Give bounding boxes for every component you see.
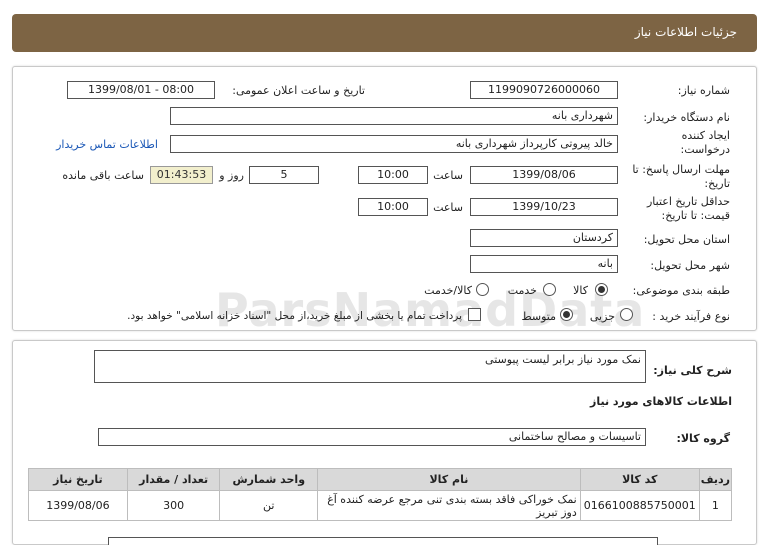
process-label: نوع فرآیند خرید : xyxy=(652,310,730,323)
col-qty: تعداد / مقدار xyxy=(126,468,221,491)
validity-date-field: 1399/10/23 xyxy=(470,198,618,216)
validity-time-label: ساعت xyxy=(433,201,463,214)
process-option-minor: جزیی xyxy=(589,310,615,323)
need-number-label: شماره نیاز: xyxy=(677,84,730,97)
announce-label: تاریخ و ساعت اعلان عمومی: xyxy=(232,84,365,97)
page-header: جزئیات اطلاعات نیاز xyxy=(12,14,757,52)
cell-row: 1 xyxy=(698,490,733,521)
province-field: کردستان xyxy=(470,229,618,247)
need-number-field: 1199090726000060 xyxy=(470,81,618,99)
page-title: جزئیات اطلاعات نیاز xyxy=(634,25,737,39)
deadline-time-field: 10:00 xyxy=(358,166,428,184)
cell-unit: تن xyxy=(219,490,319,521)
city-field: بانه xyxy=(470,255,618,273)
process-radio-medium[interactable] xyxy=(560,308,573,321)
process-radio-minor[interactable] xyxy=(620,308,633,321)
group-field: تاسیسات و مصالح ساختمانی xyxy=(98,428,646,446)
table-header-row: تاریخ نیاز تعداد / مقدار واحد شمارش نام … xyxy=(28,468,733,491)
buyer-contact-link[interactable]: اطلاعات تماس خریدار xyxy=(56,138,158,151)
creator-field: خالد پیروتی کارپرداز شهرداری بانه xyxy=(170,135,618,153)
validity-time-field: 10:00 xyxy=(358,198,428,216)
summary-title-label: شرح کلی نیاز: xyxy=(653,364,732,377)
remaining-timer: 01:43:53 xyxy=(150,166,213,184)
category-label: طبقه بندی موضوعی: xyxy=(632,284,730,297)
category-option-goods-service: کالا/خدمت xyxy=(424,284,472,297)
summary-title-value: نمک مورد نیاز برابر لیست پیوستی xyxy=(485,353,641,366)
category-option-goods: کالا xyxy=(573,284,588,297)
next-section-box xyxy=(108,537,658,545)
deadline-date-field: 1399/08/06 xyxy=(470,166,618,184)
category-radio-goods[interactable] xyxy=(595,283,608,296)
category-radio-service[interactable] xyxy=(543,283,556,296)
cell-code: 0166100885750001 xyxy=(579,490,700,521)
group-label: گروه کالا: xyxy=(676,432,730,445)
col-code: کد کالا xyxy=(579,468,700,491)
items-table: تاریخ نیاز تعداد / مقدار واحد شمارش نام … xyxy=(28,468,733,521)
col-unit: واحد شمارش xyxy=(219,468,319,491)
process-option-medium: متوسط xyxy=(521,310,556,323)
buyer-label: نام دستگاه خریدار: xyxy=(643,111,730,124)
days-field: 5 xyxy=(249,166,319,184)
category-radio-goods-service[interactable] xyxy=(476,283,489,296)
announce-field: 1399/08/01 - 08:00 xyxy=(67,81,215,99)
city-label: شهر محل تحویل: xyxy=(650,259,730,272)
table-row: 1399/08/06 300 تن نمک خوراکی فاقد بسته ب… xyxy=(28,490,733,521)
payment-note: پرداخت تمام یا بخشی از مبلغ خرید،از محل … xyxy=(127,310,462,322)
buyer-field: شهرداری بانه xyxy=(170,107,618,125)
cell-name: نمک خوراکی فاقد بسته بندی تنی مرجع عرضه … xyxy=(317,490,581,521)
cell-qty: 300 xyxy=(126,490,221,521)
province-label: استان محل تحویل: xyxy=(643,233,730,246)
col-need-date: تاریخ نیاز xyxy=(28,468,128,491)
days-label: روز و xyxy=(219,169,244,182)
remaining-label: ساعت باقی مانده xyxy=(62,169,144,182)
deadline-label: مهلت ارسال پاسخ: تا تاریخ: xyxy=(632,163,730,190)
validity-label: حداقل تاریخ اعتبار قیمت: تا تاریخ: xyxy=(646,195,730,222)
goods-heading: اطلاعات کالاهای مورد نیاز xyxy=(590,395,732,408)
treasury-checkbox[interactable] xyxy=(468,308,481,321)
creator-label: ایجاد کننده درخواست: xyxy=(680,129,730,156)
category-option-service: خدمت xyxy=(507,284,537,297)
col-name: نام کالا xyxy=(317,468,581,491)
summary-box: نمک مورد نیاز برابر لیست پیوستی xyxy=(94,350,646,383)
col-row: ردیف xyxy=(698,468,733,491)
deadline-time-label: ساعت xyxy=(433,169,463,182)
cell-date: 1399/08/06 xyxy=(28,490,128,521)
